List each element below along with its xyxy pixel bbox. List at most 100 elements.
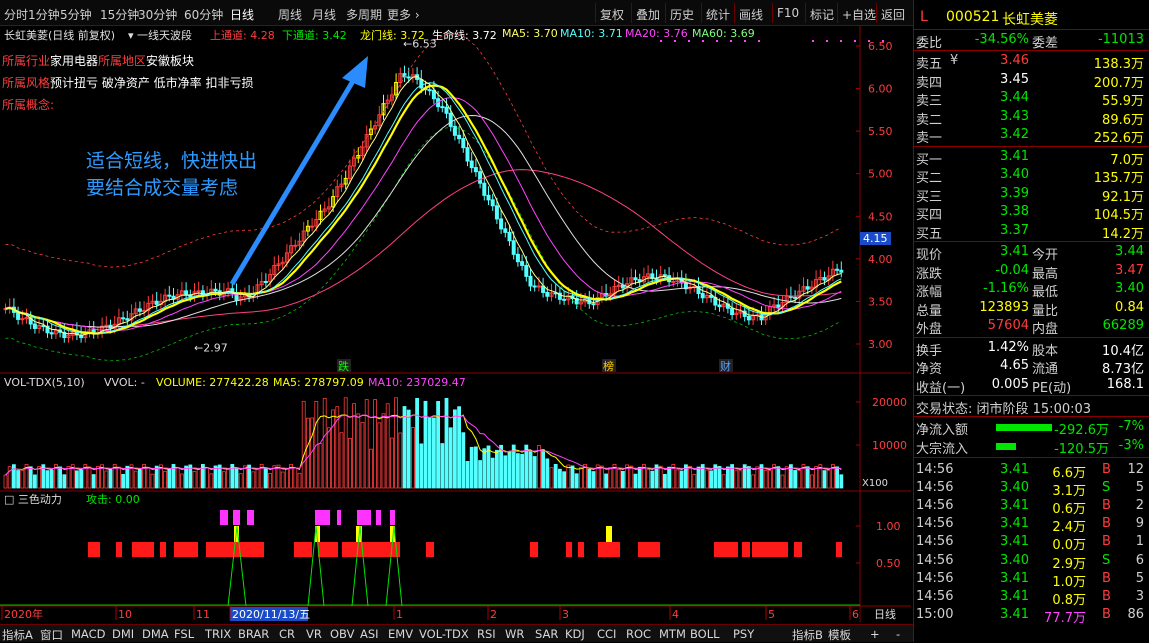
volume-bar bbox=[793, 470, 797, 489]
sanse-magenta-bar bbox=[357, 510, 371, 525]
toolbar-button-6[interactable]: 标记 bbox=[810, 6, 834, 23]
period-tab-6[interactable]: 日线 bbox=[230, 6, 254, 23]
toolbar-button-5[interactable]: F10 bbox=[777, 6, 799, 20]
price-tick-label: 5.00 bbox=[868, 168, 893, 181]
indicator-tab-21[interactable]: BOLL bbox=[690, 627, 720, 641]
candle-body bbox=[511, 240, 516, 255]
tick-price: 3.41 bbox=[1000, 570, 1029, 586]
indicator-tab-16[interactable]: SAR bbox=[535, 627, 558, 641]
stat-row: 现价 3.41 今开 3.44 bbox=[914, 243, 1149, 263]
period-tab-7[interactable]: 周线 bbox=[278, 6, 302, 23]
period-tab-5[interactable]: 60分钟 bbox=[184, 6, 223, 23]
period-tab-2[interactable]: 5分钟 bbox=[60, 6, 92, 23]
indicator-tab-0[interactable]: 指标A bbox=[2, 627, 33, 643]
period-tab-1[interactable]: 1分钟 bbox=[28, 6, 60, 23]
indicator-tab-10[interactable]: OBV bbox=[330, 627, 354, 641]
vvol-value: VVOL: - bbox=[104, 376, 145, 389]
volume-bar bbox=[444, 397, 449, 489]
indicator-tab-2[interactable]: MACD bbox=[71, 627, 105, 641]
candle-body bbox=[839, 269, 844, 273]
period-tab-4[interactable]: 30分钟 bbox=[138, 6, 177, 23]
indicator-tab-18[interactable]: CCI bbox=[597, 627, 616, 641]
tick-time: 14:56 bbox=[916, 480, 954, 496]
tick-price: 3.41 bbox=[1000, 498, 1029, 514]
indicator-tab-7[interactable]: BRAR bbox=[238, 627, 269, 641]
stat2-value-2: 10.4亿 bbox=[1102, 343, 1144, 359]
period-tab-0[interactable]: 分时 bbox=[4, 6, 28, 23]
indicator-tab-8[interactable]: CR bbox=[279, 627, 295, 641]
ask-label: 卖一 bbox=[916, 131, 943, 146]
tick-count: 3 bbox=[1135, 588, 1144, 604]
indicator-tab-5[interactable]: FSL bbox=[174, 627, 194, 641]
candle-body bbox=[473, 167, 478, 173]
bid-price: 3.37 bbox=[1000, 222, 1029, 238]
volume-bar bbox=[398, 432, 403, 489]
tick-volume: 77.7万 bbox=[1044, 610, 1086, 626]
x-label: 2 bbox=[490, 608, 497, 621]
indicator-tab-6[interactable]: TRIX bbox=[205, 627, 231, 641]
toolbar-button-4[interactable]: 画线 bbox=[739, 6, 763, 23]
indicator-tab-26[interactable]: - bbox=[896, 627, 900, 641]
sanse-tick: 0.50 bbox=[876, 557, 901, 570]
volume-bar bbox=[738, 470, 743, 489]
volume-bar bbox=[11, 464, 16, 489]
volume-bar bbox=[465, 461, 470, 489]
tick-count: 5 bbox=[1135, 480, 1144, 496]
candle-body bbox=[293, 244, 298, 247]
price-tick-label: 3.00 bbox=[868, 338, 893, 351]
event-marker-2: 财 bbox=[720, 359, 731, 373]
volume-bar bbox=[637, 466, 642, 489]
toolbar-button-8[interactable]: 返回 bbox=[881, 6, 905, 23]
indicator-tab-25[interactable]: + bbox=[870, 627, 880, 641]
indicator-tab-14[interactable]: RSI bbox=[477, 627, 496, 641]
stat2-row: 净资 4.65 流通 8.73亿 bbox=[914, 357, 1149, 377]
tick-row: 14:56 3.40 2.9万 S 6 bbox=[914, 552, 1149, 572]
signal-dot bbox=[826, 40, 828, 42]
volume-bar bbox=[721, 474, 726, 489]
indicator-tab-1[interactable]: 窗口 bbox=[40, 627, 63, 643]
x-label: 11 bbox=[196, 608, 210, 621]
stat-value-2: 3.40 bbox=[1115, 281, 1144, 296]
volume-bar bbox=[242, 465, 247, 489]
period-tab-3[interactable]: 15分钟 bbox=[100, 6, 139, 23]
indicator-tab-19[interactable]: ROC bbox=[626, 627, 651, 641]
indicator-tab-13[interactable]: VOL-TDX bbox=[419, 627, 469, 641]
bid-label: 买二 bbox=[916, 171, 943, 186]
period-tab-10[interactable]: 更多 › bbox=[387, 6, 420, 23]
volume-bar bbox=[486, 445, 491, 489]
volume-bar bbox=[490, 457, 495, 489]
indicator-tab-17[interactable]: KDJ bbox=[565, 627, 585, 641]
volume-bar bbox=[440, 443, 445, 489]
indicator-tab-3[interactable]: DMI bbox=[112, 627, 134, 641]
toolbar-button-7[interactable]: +自选 bbox=[842, 6, 876, 23]
toolbar-button-3[interactable]: 统计 bbox=[706, 6, 730, 23]
stat-row: 涨跌 -0.04 最高 3.47 bbox=[914, 262, 1149, 282]
indicator-tab-24[interactable]: 模板 bbox=[828, 627, 851, 643]
indicator-tab-20[interactable]: MTM bbox=[659, 627, 686, 641]
indicator-tab-11[interactable]: ASI bbox=[360, 627, 379, 641]
candle-body bbox=[490, 199, 495, 207]
indicator-tab-15[interactable]: WR bbox=[505, 627, 524, 641]
toolbar-button-0[interactable]: 复权 bbox=[600, 6, 624, 23]
volume-bar bbox=[322, 397, 327, 489]
indicator-tab-12[interactable]: EMV bbox=[388, 627, 413, 641]
tick-count: 5 bbox=[1135, 570, 1144, 586]
period-tab-8[interactable]: 月线 bbox=[312, 6, 336, 23]
industry-value: 家用电器 bbox=[50, 54, 99, 68]
indicator-tab-9[interactable]: VR bbox=[306, 627, 322, 641]
toolbar-button-1[interactable]: 叠加 bbox=[636, 6, 660, 23]
indicator-tab-4[interactable]: DMA bbox=[142, 627, 169, 641]
event-marker-1: 榜 bbox=[603, 359, 614, 373]
toolbar-button-2[interactable]: 历史 bbox=[670, 6, 694, 23]
tick-count: 2 bbox=[1135, 498, 1144, 514]
period-tab-9[interactable]: 多周期 bbox=[346, 6, 382, 23]
volume-bar bbox=[805, 466, 810, 489]
volume-bar bbox=[406, 409, 411, 489]
volume-bar bbox=[549, 467, 554, 489]
chart-area[interactable]: 长虹美菱(日线 前复权) ▾ 一线天波段 上通道: 4.28 下通道: 3.42… bbox=[0, 26, 911, 622]
indicator-tab-23[interactable]: 指标B bbox=[792, 627, 823, 643]
indicator-tab-22[interactable]: PSY bbox=[733, 627, 754, 641]
volume-bar bbox=[705, 469, 709, 489]
candle-body bbox=[20, 318, 25, 321]
price-tick-label: 6.00 bbox=[868, 83, 893, 96]
